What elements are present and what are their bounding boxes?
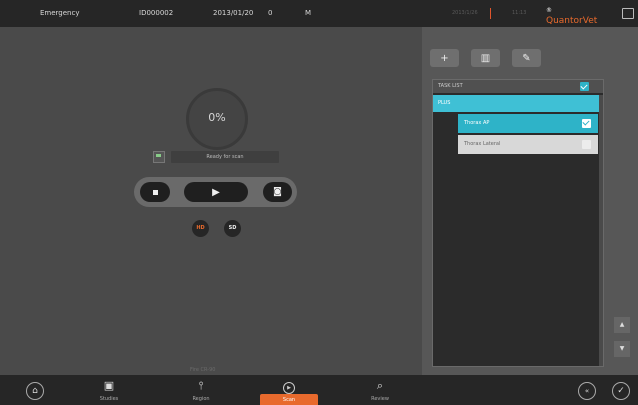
birth-date: 2013/01/20: [213, 9, 254, 17]
region-icon: ⫯: [198, 379, 204, 392]
status-row: Ready for scan: [153, 151, 280, 165]
camera-button[interactable]: ◙: [263, 182, 292, 202]
task-list-title: TASK LIST: [438, 83, 463, 89]
pencil-icon: ✎: [522, 52, 531, 64]
nav-studies[interactable]: ▣ Studies: [79, 379, 139, 405]
patient-id: ID000002: [139, 9, 174, 17]
nav-scan[interactable]: ▶ Scan: [259, 379, 319, 405]
progress-percent: 0%: [208, 111, 226, 124]
nav-region[interactable]: ⫯ Region: [171, 379, 231, 405]
studies-icon: ▣: [103, 379, 115, 392]
review-icon: ⌕: [376, 379, 384, 392]
task-panel: + ▥ ✎ TASK LIST PLUS Thorax AP Thorax La…: [422, 27, 638, 375]
camera-icon: ◙: [273, 187, 282, 197]
firmware-label: Fire CR-90: [190, 367, 216, 373]
nav-label: Scan: [282, 397, 296, 403]
home-button[interactable]: ⌂: [26, 382, 44, 400]
acquisition-controls: ▶ ◙: [134, 177, 297, 207]
chevron-down-icon: ▼: [619, 345, 625, 352]
edit-task-button[interactable]: ✎: [512, 49, 541, 67]
scan-workspace: 0% Ready for scan ▶ ◙ HD SD Fire CR-90: [0, 27, 422, 375]
play-button[interactable]: ▶: [184, 182, 248, 202]
header-divider: [490, 8, 491, 19]
check-icon: ✓: [617, 386, 625, 396]
play-icon: ▶: [212, 186, 220, 198]
home-icon: ⌂: [32, 386, 38, 396]
nav-review[interactable]: ⌕ Review: [350, 379, 410, 405]
department-label: Emergency: [40, 9, 80, 17]
task-item-checkbox[interactable]: [582, 140, 591, 149]
task-group-row[interactable]: PLUS: [433, 95, 599, 112]
add-task-button[interactable]: +: [430, 49, 459, 67]
top-bar: Emergency ID000002 2013/01/20 0 M 2013/1…: [0, 0, 638, 27]
current-date: 2013/1/26: [452, 10, 478, 16]
task-item-label: Thorax Lateral: [464, 141, 501, 147]
delete-task-button[interactable]: ▥: [471, 49, 500, 67]
image-icon: [153, 151, 165, 163]
active-tab-indicator: Scan: [260, 394, 318, 405]
task-list-scrollbar[interactable]: [599, 95, 603, 366]
task-list-header: TASK LIST: [433, 80, 603, 93]
brand-logo: QuantorVet ®: [546, 7, 598, 26]
nav-label: Review: [371, 396, 389, 402]
nav-label: Studies: [99, 396, 119, 402]
current-time: 11:13: [512, 10, 527, 16]
bottom-nav: ⌂ ▣ Studies ⫯ Region ▶ Scan ⌕ Review « ✓: [0, 375, 638, 405]
task-item-thorax-lateral[interactable]: Thorax Lateral: [458, 135, 598, 154]
patient-sex: M: [305, 9, 312, 17]
scroll-down-button[interactable]: ▼: [614, 341, 630, 357]
plus-icon: +: [440, 52, 449, 64]
stop-button[interactable]: [140, 182, 170, 202]
double-chevron-left-icon: «: [584, 387, 590, 395]
hd-quality-button[interactable]: HD: [192, 220, 209, 237]
task-item-label: Thorax AP: [464, 120, 490, 126]
scan-icon: ▶: [283, 382, 295, 394]
task-list: TASK LIST PLUS Thorax AP Thorax Lateral: [432, 79, 604, 367]
trash-icon: ▥: [480, 52, 491, 64]
stop-icon: [152, 189, 158, 195]
export-icon[interactable]: [622, 8, 634, 19]
scroll-up-button[interactable]: ▲: [614, 317, 630, 333]
select-all-checkbox[interactable]: [580, 82, 589, 91]
status-text: Ready for scan: [171, 151, 279, 163]
task-item-thorax-ap[interactable]: Thorax AP: [458, 114, 598, 133]
sd-quality-button[interactable]: SD: [224, 220, 241, 237]
progress-ring: 0%: [186, 88, 248, 150]
patient-age: 0: [268, 9, 273, 17]
nav-label: Region: [192, 396, 210, 402]
task-item-checkbox[interactable]: [582, 119, 591, 128]
chevron-up-icon: ▲: [619, 321, 625, 328]
confirm-button[interactable]: ✓: [612, 382, 630, 400]
back-button[interactable]: «: [578, 382, 596, 400]
